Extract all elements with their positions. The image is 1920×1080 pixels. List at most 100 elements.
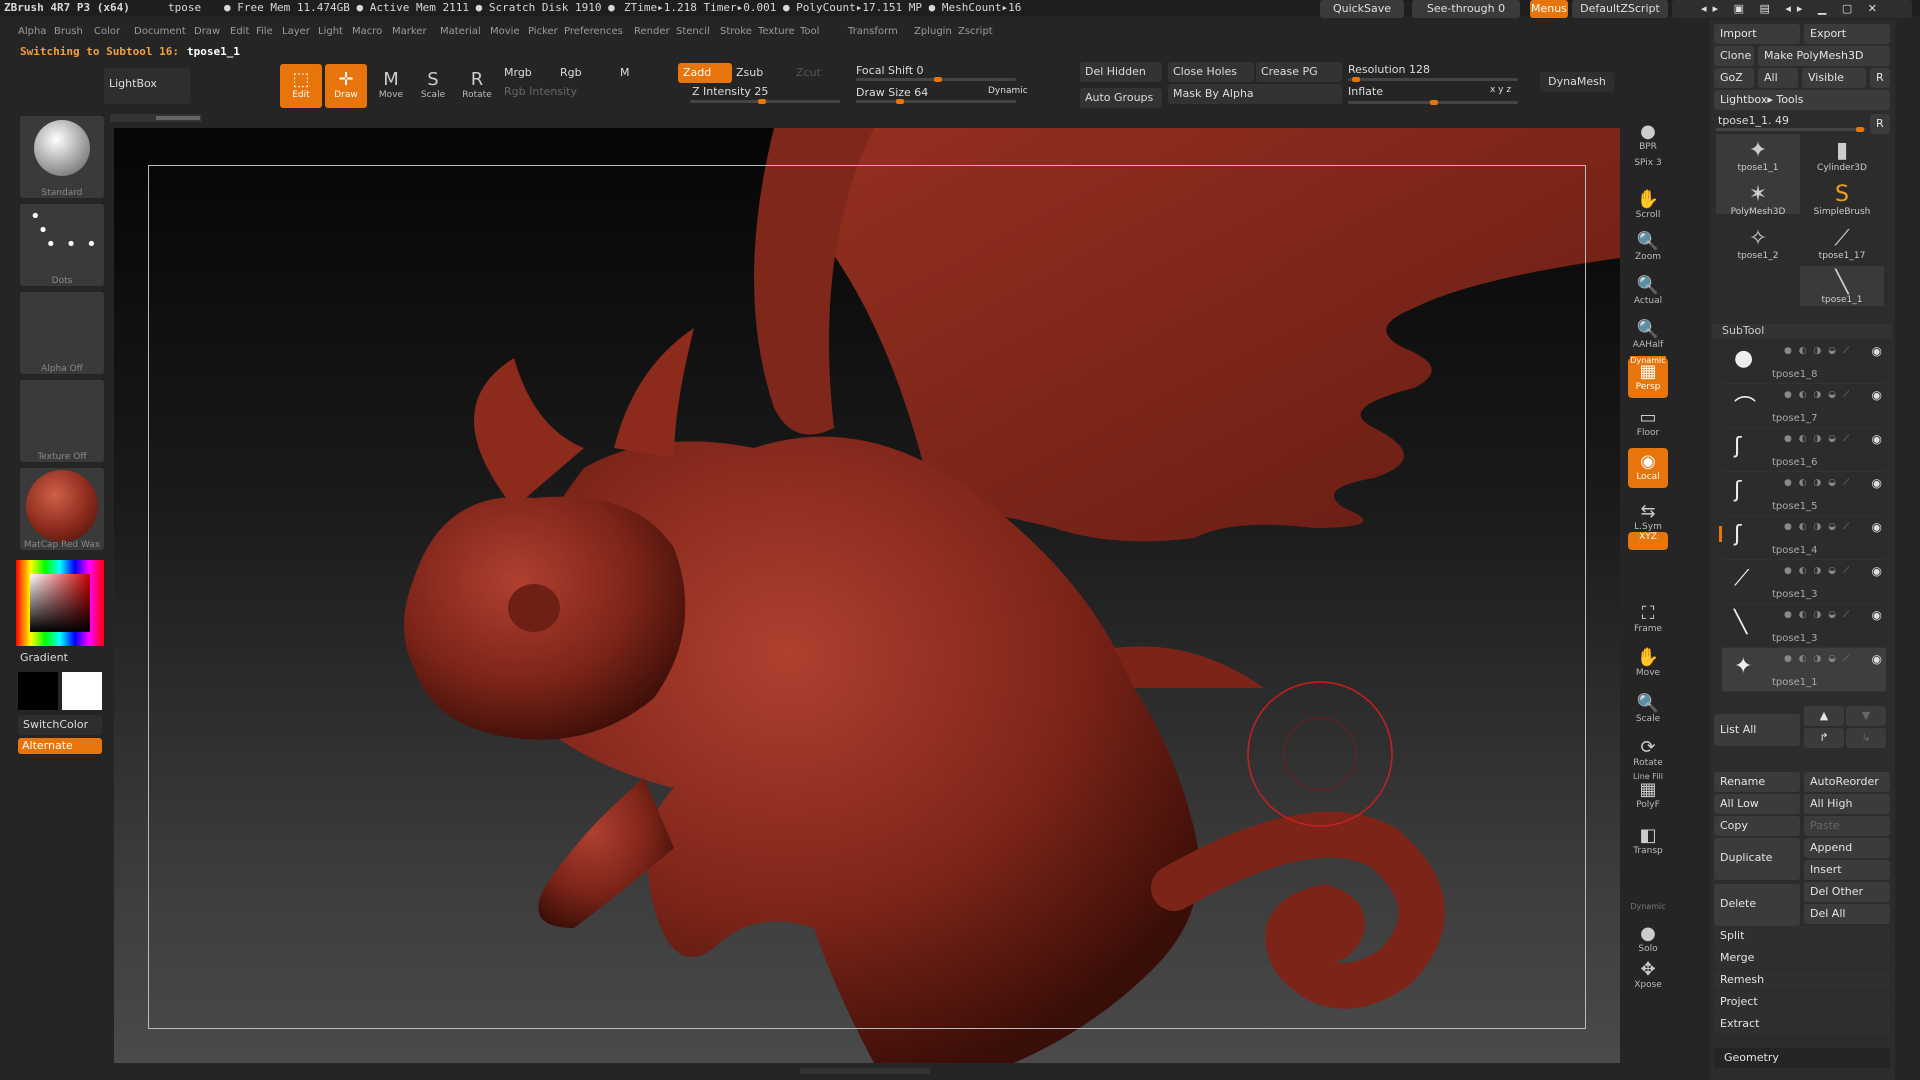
tool-r-button[interactable]: R: [1870, 114, 1890, 134]
menu-picker[interactable]: Picker: [528, 26, 558, 37]
subtool-toggle-icons[interactable]: ● ◐ ◑ ◒ ⟋: [1784, 346, 1851, 356]
tool-scroll[interactable]: ✋ Scroll: [1628, 186, 1668, 226]
subtool-toggle-icons[interactable]: ● ◐ ◑ ◒ ⟋: [1784, 654, 1851, 664]
quicksave-button[interactable]: QuickSave: [1320, 0, 1404, 18]
export-button[interactable]: Export: [1804, 24, 1890, 44]
menu-stroke[interactable]: Stroke: [720, 26, 752, 37]
tool-xpose[interactable]: ✥ Xpose: [1628, 956, 1668, 996]
draw-size-slider[interactable]: Draw Size 64: [856, 86, 928, 99]
z-intensity-slider[interactable]: Z Intensity 25: [692, 85, 768, 98]
switchcolor-button[interactable]: SwitchColor: [18, 715, 102, 735]
visibility-eye-icon[interactable]: ◉: [1872, 608, 1882, 622]
subtool-row[interactable]: ✦ ● ◐ ◑ ◒ ⟋ ◉ tpose1_1: [1722, 648, 1886, 692]
rgb-button[interactable]: Rgb: [560, 66, 582, 79]
del-other-button[interactable]: Del Other: [1804, 882, 1890, 902]
menu-document[interactable]: Document: [134, 26, 186, 37]
mask-by-alpha-button[interactable]: Mask By Alpha: [1168, 84, 1342, 104]
move-button[interactable]: M Move: [370, 64, 412, 108]
inflate-slider[interactable]: Inflate: [1348, 85, 1383, 98]
menu-color[interactable]: Color: [94, 26, 120, 37]
subtool-row[interactable]: ⌒ ● ◐ ◑ ◒ ⟋ ◉ tpose1_7: [1722, 384, 1886, 428]
canvas-scrollbar[interactable]: [110, 114, 202, 122]
menu-transform[interactable]: Transform: [848, 26, 898, 37]
subtool-toggle-icons[interactable]: ● ◐ ◑ ◒ ⟋: [1784, 522, 1851, 532]
arrow-right-icon[interactable]: ↳: [1846, 728, 1886, 748]
all-high-button[interactable]: All High: [1804, 794, 1890, 814]
extract-button[interactable]: Extract: [1714, 1014, 1890, 1034]
tool-thumb-4[interactable]: ✧ tpose1_2: [1716, 222, 1800, 262]
tool-thumb-5[interactable]: ⟋ tpose1_17: [1800, 222, 1884, 262]
menu-texture[interactable]: Texture: [758, 26, 795, 37]
tool-move[interactable]: ✋ Move: [1628, 644, 1668, 684]
secondary-color-swatch[interactable]: [18, 672, 58, 710]
tool-slider-track[interactable]: [1716, 127, 1866, 132]
tool-scale[interactable]: 🔍 Scale: [1628, 690, 1668, 730]
subtool-toggle-icons[interactable]: ● ◐ ◑ ◒ ⟋: [1784, 610, 1851, 620]
arrow-left-icon[interactable]: ↱: [1804, 728, 1844, 748]
autoreorder-button[interactable]: AutoReorder: [1804, 772, 1890, 792]
goz-button[interactable]: GoZ: [1714, 68, 1754, 88]
scale-button[interactable]: S Scale: [412, 64, 454, 108]
split-button[interactable]: Split: [1714, 926, 1890, 946]
menu-zscript[interactable]: Zscript: [958, 26, 993, 37]
tool-bpr[interactable]: ● BPR: [1628, 118, 1668, 158]
geometry-header[interactable]: Geometry: [1714, 1048, 1890, 1068]
all-low-button[interactable]: All Low: [1714, 794, 1800, 814]
crease-pg-button[interactable]: Crease PG: [1256, 62, 1342, 82]
subtool-toggle-icons[interactable]: ● ◐ ◑ ◒ ⟋: [1784, 434, 1851, 444]
stroke-thumbnail[interactable]: • • • • • Dots: [20, 204, 104, 286]
subtool-toggle-icons[interactable]: ● ◐ ◑ ◒ ⟋: [1784, 566, 1851, 576]
tool-local[interactable]: ◉ Local: [1628, 448, 1668, 488]
dynamic-persp-label[interactable]: Dynamic: [1630, 356, 1666, 365]
lightbox-button[interactable]: LightBox: [104, 68, 190, 104]
copy-button[interactable]: Copy: [1714, 816, 1800, 836]
tool-xyz[interactable]: XYZ: [1628, 532, 1668, 550]
seethrough-slider[interactable]: See-through 0: [1412, 0, 1520, 18]
subtool-row[interactable]: ● ● ◐ ◑ ◒ ⟋ ◉ tpose1_8: [1722, 340, 1886, 384]
menu-draw[interactable]: Draw: [194, 26, 220, 37]
tool-thumb-1[interactable]: ▮ Cylinder3D: [1800, 134, 1884, 174]
tool-frame[interactable]: ⛶ Frame: [1628, 600, 1668, 640]
zcut-button[interactable]: Zcut: [796, 66, 821, 79]
close-holes-button[interactable]: Close Holes: [1168, 62, 1254, 82]
main-color-swatch[interactable]: [62, 672, 102, 710]
del-all-button[interactable]: Del All: [1804, 904, 1890, 924]
auto-groups-button[interactable]: Auto Groups: [1080, 88, 1162, 108]
visibility-eye-icon[interactable]: ◉: [1872, 344, 1882, 358]
zadd-button[interactable]: Zadd: [678, 63, 732, 83]
color-square[interactable]: [30, 574, 90, 632]
tool-zoom[interactable]: 🔍 Zoom: [1628, 228, 1668, 268]
zsub-button[interactable]: Zsub: [736, 66, 763, 79]
goz-r-button[interactable]: R: [1870, 68, 1890, 88]
import-button[interactable]: Import: [1714, 24, 1800, 44]
material-thumbnail[interactable]: MatCap Red Wax: [20, 468, 104, 550]
subtool-toggle-icons[interactable]: ● ◐ ◑ ◒ ⟋: [1784, 478, 1851, 488]
delete-button[interactable]: Delete: [1714, 884, 1800, 926]
visibility-eye-icon[interactable]: ◉: [1872, 652, 1882, 666]
rotate-button[interactable]: R Rotate: [456, 64, 498, 108]
draw-button[interactable]: ✛ Draw: [325, 64, 367, 108]
gradient-label[interactable]: Gradient: [20, 651, 68, 664]
clone-button[interactable]: Clone: [1714, 46, 1754, 66]
menu-preferences[interactable]: Preferences: [564, 26, 623, 37]
subtool-row[interactable]: ⟋ ● ◐ ◑ ◒ ⟋ ◉ tpose1_3: [1722, 560, 1886, 604]
m-button[interactable]: M: [620, 66, 630, 79]
subtool-scroll-marker[interactable]: [1719, 526, 1722, 542]
inflate-xyz[interactable]: x y z: [1490, 85, 1511, 95]
menu-stencil[interactable]: Stencil: [676, 26, 710, 37]
inflate-track[interactable]: [1348, 100, 1518, 105]
focal-shift-slider[interactable]: Focal Shift 0: [856, 64, 924, 77]
visibility-eye-icon[interactable]: ◉: [1872, 476, 1882, 490]
goz-all-button[interactable]: All: [1758, 68, 1798, 88]
tool-spix-3[interactable]: SPix 3: [1628, 158, 1668, 176]
draw-size-track[interactable]: [856, 99, 1016, 104]
tool-rotate[interactable]: ⟳ Rotate: [1628, 734, 1668, 774]
del-hidden-button[interactable]: Del Hidden: [1080, 62, 1162, 82]
paste-button[interactable]: Paste: [1804, 816, 1890, 836]
goz-visible-button[interactable]: Visible: [1802, 68, 1866, 88]
z-intensity-track[interactable]: [690, 99, 840, 104]
remesh-button[interactable]: Remesh: [1714, 970, 1890, 990]
bottom-tray-handle[interactable]: [800, 1068, 930, 1074]
menu-render[interactable]: Render: [634, 26, 670, 37]
menus-button[interactable]: Menus: [1530, 0, 1568, 18]
